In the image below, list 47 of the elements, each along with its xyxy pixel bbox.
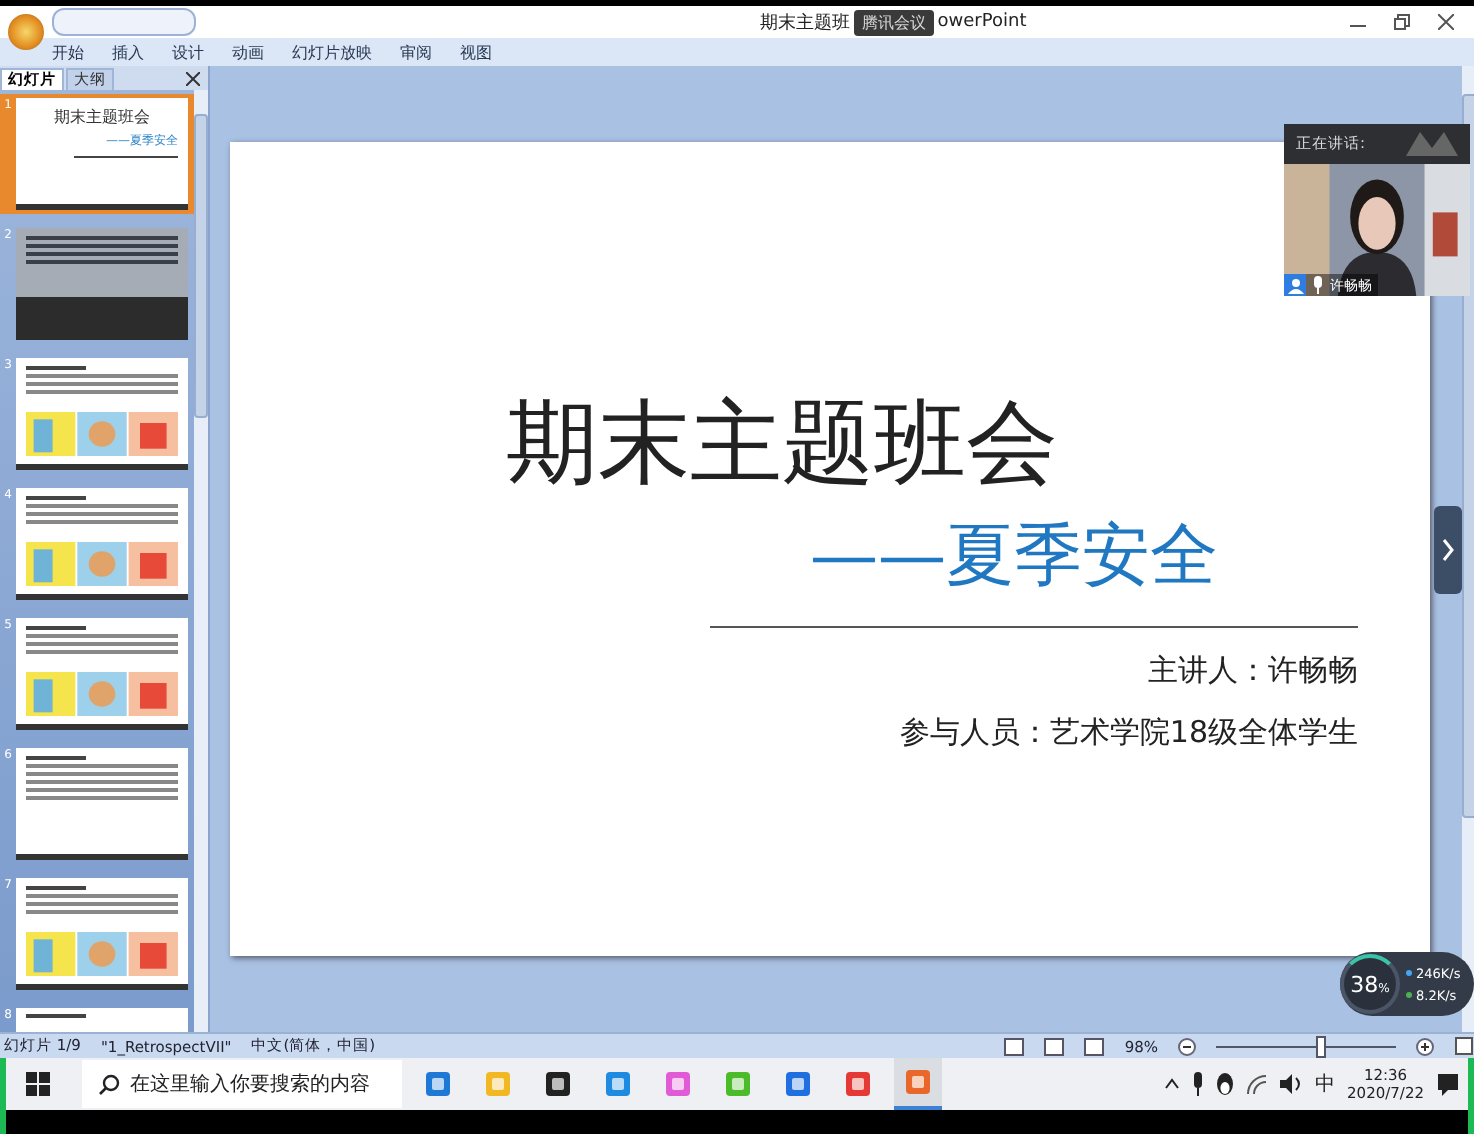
sorter-view-icon[interactable] [1044,1037,1065,1055]
zoom-out-button[interactable] [1178,1037,1196,1055]
slide-thumbnail[interactable] [16,488,188,600]
ribbon-tab[interactable]: 视图 [460,41,492,63]
speaker-text: 主讲人：许畅畅 [1148,652,1358,690]
slideshow-icon[interactable] [1084,1037,1105,1055]
search-field[interactable]: 在这里输入你要搜索的内容 [82,1060,402,1108]
slide-thumbnail[interactable] [16,618,188,730]
chevron-up-icon[interactable] [1163,1078,1180,1090]
ribbon-tab[interactable]: 设计 [172,41,204,63]
ribbon-tab[interactable]: 开始 [52,41,84,63]
penguin-icon[interactable] [1215,1072,1234,1096]
chevron-right-icon[interactable] [1434,505,1462,593]
network-icon[interactable] [1245,1073,1268,1095]
slide-thumbnail[interactable] [16,1008,188,1032]
close-icon[interactable] [1438,14,1454,30]
user-icon [1284,274,1306,296]
thumbnail-title: 期末主题班会 [54,106,150,128]
speaker-icon[interactable] [1279,1074,1304,1094]
microphone-icon [1312,276,1324,294]
office-button[interactable] [8,14,44,50]
sharing-badge: 腾讯会议 [853,9,934,35]
audience-text: 参与人员：艺术学院18级全体学生 [899,714,1358,752]
scrollbar[interactable] [194,90,208,1032]
ribbon-tab[interactable]: 动画 [232,41,264,63]
microphone-icon[interactable] [1191,1072,1204,1096]
input-method-indicator[interactable]: 中 [1315,1070,1336,1098]
normal-view-icon[interactable] [1004,1037,1025,1055]
restore-icon[interactable] [1394,14,1410,30]
zoom-slider-thumb[interactable] [1315,1035,1325,1057]
slide-thumbnail[interactable] [16,748,188,860]
ribbon-tab[interactable]: 审阅 [400,41,432,63]
slide-thumbnail[interactable] [16,228,188,340]
ribbon-tab[interactable]: 插入 [112,41,144,63]
slide-title: 期末主题班会 [506,386,1058,500]
notification-icon[interactable] [1436,1072,1460,1096]
scrollbar-thumb[interactable] [194,114,208,418]
slide-subtitle: ——夏季安全 [810,514,1218,600]
ribbon-tab[interactable]: 幻灯片放映 [292,41,372,63]
slide-thumbnail[interactable] [16,878,188,990]
slide-thumbnail[interactable] [16,358,188,470]
window-title: owerPoint [937,12,1027,32]
close-icon[interactable] [186,72,200,86]
window-title: 期末主题班 [759,11,850,35]
fit-icon[interactable] [1454,1036,1474,1056]
zoom-in-button[interactable] [1416,1037,1434,1055]
logo-icon [1406,132,1458,156]
